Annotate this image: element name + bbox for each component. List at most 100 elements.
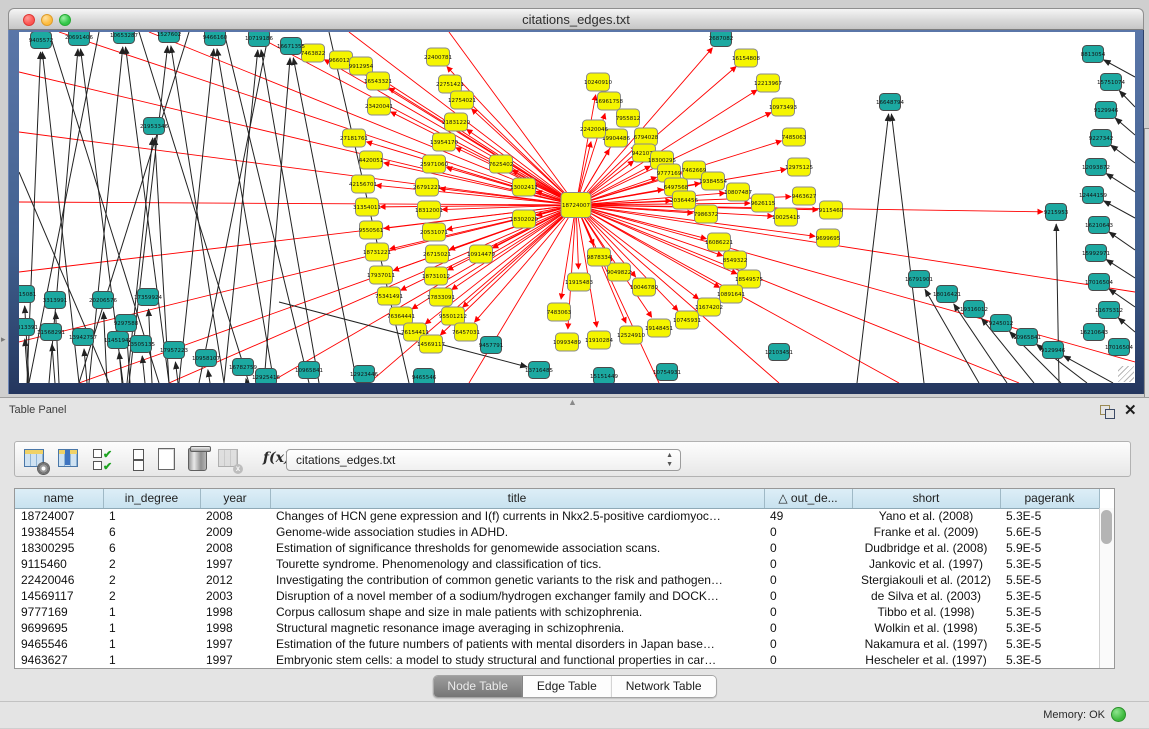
memory-status-icon[interactable]: [1111, 707, 1126, 722]
tab-edge-table[interactable]: Edge Table: [523, 676, 612, 697]
graph-node-label: 10965841: [1013, 335, 1041, 341]
table-row[interactable]: 969969511998Structural magnetic resonanc…: [15, 620, 1099, 636]
table-cell: 19384554: [15, 524, 103, 540]
table-row[interactable]: 2242004622012Investigating the contribut…: [15, 572, 1099, 588]
table-cell: 2008: [200, 508, 270, 524]
splitter-handle-icon[interactable]: ▲: [568, 397, 577, 407]
new-table-button[interactable]: [155, 447, 179, 471]
graph-node-label: 9912954: [349, 64, 374, 70]
graph-node-label: 76364441: [387, 314, 415, 320]
collapse-arrow-icon[interactable]: ▸: [1, 334, 6, 345]
graph-node-label: 7955812: [616, 116, 641, 122]
scrollbar-thumb[interactable]: [1101, 510, 1112, 544]
graph-node-label: 15992971: [1082, 251, 1110, 257]
graph-node-label: 22751421: [436, 82, 464, 88]
close-panel-icon[interactable]: ✕: [1124, 401, 1137, 419]
table-row[interactable]: 911546021997Tourette syndrome. Phenomeno…: [15, 556, 1099, 572]
table-cell: 2009: [200, 524, 270, 540]
table-cell: 5.3E-5: [1000, 604, 1099, 620]
graph-node-label: 1527602: [157, 32, 182, 38]
graph-node-label: 7463822: [301, 51, 326, 57]
table-cell: 5.3E-5: [1000, 652, 1099, 668]
graph-node-label: 75341491: [375, 294, 403, 300]
graph-node-label: 4420051: [359, 158, 384, 164]
graph-node-label: 18731012: [422, 274, 450, 280]
graph-node-label: 26715021: [423, 252, 451, 258]
table-row[interactable]: 946362711997Embryonic stem cells: a mode…: [15, 652, 1099, 668]
table-cell: Changes of HCN gene expression and I(f) …: [270, 508, 764, 524]
graph-node-label: 17957223: [160, 348, 188, 354]
column-header-pagerank[interactable]: pagerank: [1000, 489, 1099, 508]
float-panel-icon[interactable]: [1100, 405, 1115, 419]
table-row[interactable]: 946554611997Estimation of the future num…: [15, 636, 1099, 652]
table-settings-button[interactable]: [23, 447, 47, 471]
table-select-dropdown[interactable]: citations_edges.txt ▲▼: [286, 449, 681, 471]
table-row[interactable]: 1830029562008Estimation of significance …: [15, 540, 1099, 556]
row-boxes-button[interactable]: [127, 447, 151, 471]
table-cell: Corpus callosum shape and size in male p…: [270, 604, 764, 620]
network-canvas[interactable]: 1872400774638229660128991295416543321234…: [19, 32, 1135, 383]
checklist-icon: ✔✔: [93, 449, 112, 473]
table-cell: 1998: [200, 620, 270, 636]
window-titlebar[interactable]: citations_edges.txt: [8, 8, 1144, 30]
graph-node-label: 10807487: [724, 190, 752, 196]
table-cell: 22420046: [15, 572, 103, 588]
column-header-name[interactable]: name: [15, 489, 103, 508]
graph-node-label: 10025418: [772, 215, 800, 221]
tab-network-table[interactable]: Network Table: [612, 676, 716, 697]
table-cell: 5.3E-5: [1000, 508, 1099, 524]
table-cell: 6: [103, 524, 200, 540]
graph-node-label: 18724007: [562, 203, 590, 209]
graph-node-label: 12093872: [1082, 165, 1110, 171]
table-cell: 5.3E-5: [1000, 636, 1099, 652]
graph-node-label: 10958107: [192, 356, 220, 362]
column-header-short[interactable]: short: [852, 489, 1000, 508]
delete-table-button[interactable]: [185, 447, 209, 471]
graph-node-label: 23420041: [365, 104, 393, 110]
graph-node-label: 19148451: [645, 326, 673, 332]
graph-node-label: 12975125: [785, 165, 813, 171]
graph-node-label: 9457791: [479, 343, 504, 349]
table-cell: 1: [103, 604, 200, 620]
graph-node-label: 13942757: [69, 335, 97, 341]
graph-node-label: 9878334: [587, 255, 612, 261]
graph-node-label: 10240910: [584, 80, 612, 86]
graph-node-label: 10754931: [653, 370, 681, 376]
table-row[interactable]: 1938455462009Genome-wide association stu…: [15, 524, 1099, 540]
graph-node-label: 8549322: [723, 258, 748, 264]
table-row[interactable]: 1872400712008Changes of HCN gene express…: [15, 508, 1099, 524]
graph-node-label: 22420046: [580, 127, 608, 133]
table-cell: 2003: [200, 588, 270, 604]
graph-node-label: 20531071: [420, 230, 448, 236]
column-header-year[interactable]: year: [200, 489, 270, 508]
table-cell: Structural magnetic resonance image aver…: [270, 620, 764, 636]
column-header-title[interactable]: title: [270, 489, 764, 508]
column-header-in_degree[interactable]: in_degree: [103, 489, 200, 508]
graph-node-label: 7485063: [782, 135, 807, 141]
graph-node-label: 7483063: [547, 310, 572, 316]
graph-node-label: 6497568: [664, 185, 689, 191]
table-toolbar: ✔✔ x f(x) citations_edges.txt ▲▼: [14, 441, 1131, 477]
graph-node-label: 19384554: [699, 179, 727, 185]
table-cell: 1: [103, 620, 200, 636]
table-cell: 0: [764, 556, 852, 572]
background-panel-edge: [1144, 128, 1149, 398]
tab-node-table[interactable]: Node Table: [433, 676, 523, 697]
graph-node-label: 16791901: [905, 277, 933, 283]
graph-node-label: 13954170: [430, 140, 458, 146]
table-cell: Tourette syndrome. Phenomenology and cla…: [270, 556, 764, 572]
select-rows-button[interactable]: ✔✔: [93, 447, 117, 471]
graph-node-label: 10719186: [245, 36, 273, 42]
show-column-button[interactable]: [57, 447, 81, 471]
resize-grip[interactable]: [1118, 366, 1134, 382]
graph-node-label: 9463627: [792, 194, 817, 200]
table-row[interactable]: 977716911998Corpus callosum shape and si…: [15, 604, 1099, 620]
graph-node-label: 10965841: [295, 368, 323, 374]
graph-node-label: 9115460: [819, 208, 844, 214]
column-highlight-icon: [65, 450, 70, 465]
table-row[interactable]: 1456911722003Disruption of a novel membe…: [15, 588, 1099, 604]
column-header-out_de[interactable]: △ out_de...: [764, 489, 852, 508]
vertical-scrollbar[interactable]: [1099, 508, 1114, 668]
graph-node-label: 18302020: [510, 217, 538, 223]
graph-node-label: 9915081: [19, 292, 36, 298]
